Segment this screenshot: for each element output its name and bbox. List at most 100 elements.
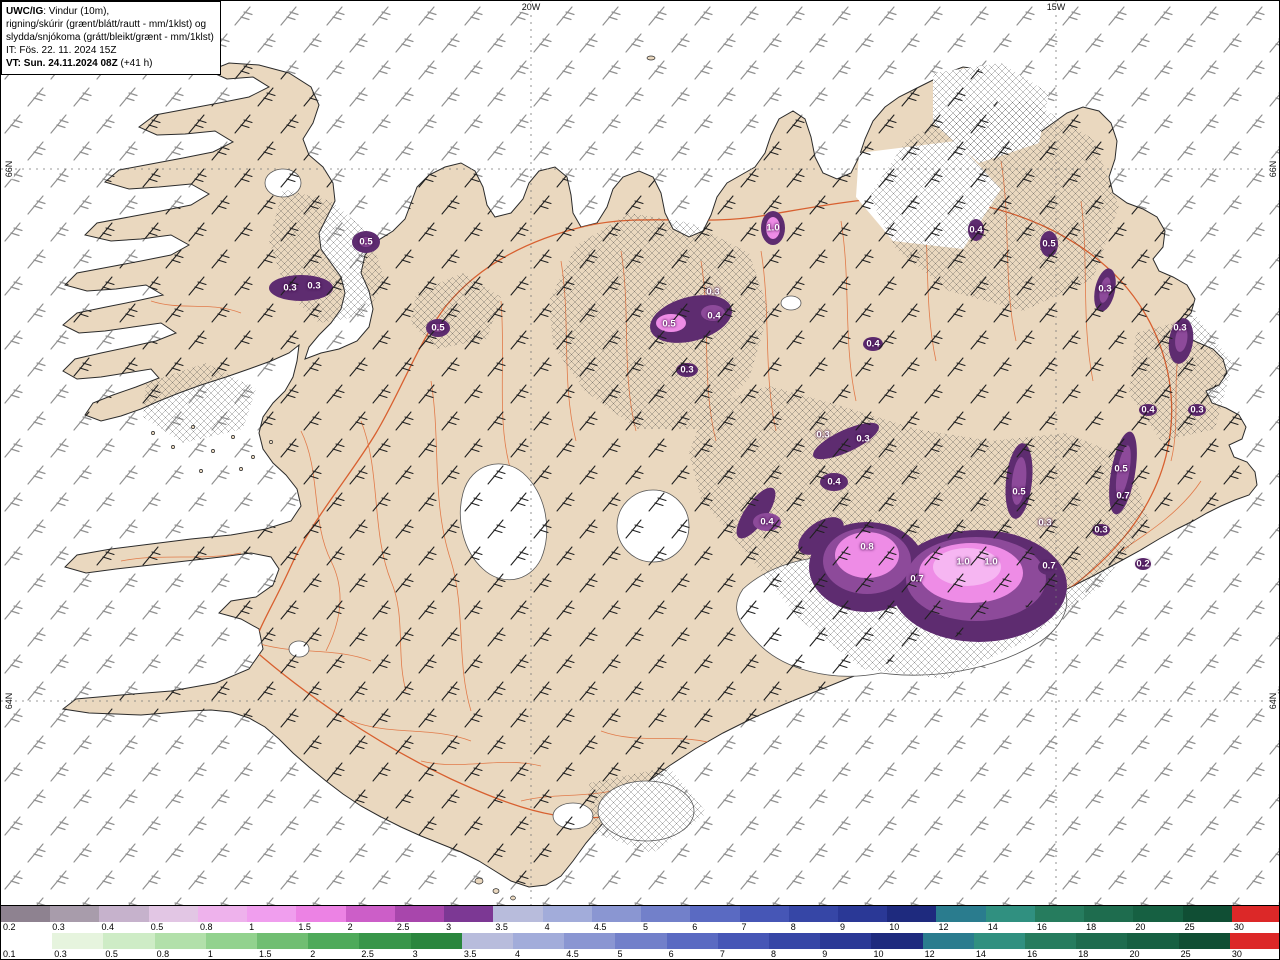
- scale-snow-tick-label: 12: [938, 922, 949, 932]
- scale-snow-segment: [542, 906, 592, 922]
- scale-rain-tick-label: 25: [1180, 949, 1191, 959]
- scale-rain-tick-label: 2: [310, 949, 316, 959]
- scale-rain-tick-label: 3: [412, 949, 418, 959]
- scale-rain-tick-label: 10: [873, 949, 884, 959]
- scale-snow-tick-label: 20: [1135, 922, 1146, 932]
- scale-snow-tick-label: 3: [446, 922, 452, 932]
- scale-rain-segment: [666, 933, 718, 949]
- scale-snow-tick-label: 3.5: [495, 922, 508, 932]
- scale-snow-segment: [1133, 906, 1183, 922]
- scale-rain-segment: [820, 933, 872, 949]
- scale-rain-segment: [410, 933, 462, 949]
- scale-rain-tick-label: 4: [515, 949, 521, 959]
- scale-snow-tick-label: 2: [347, 922, 353, 932]
- scale-snow-segment: [493, 906, 543, 922]
- scale-snow-segment: [690, 906, 740, 922]
- scale-rain-segment: [769, 933, 821, 949]
- scale-rain-tick-label: 7: [719, 949, 725, 959]
- scale-snow-tick-label: 4: [544, 922, 550, 932]
- scale-snow-segment: [591, 906, 642, 922]
- scale-snow-segment: [1084, 906, 1134, 922]
- scale-rain-segment: [615, 933, 667, 949]
- scale-snow-tick-label: 0.5: [150, 922, 164, 932]
- scale-rain-segment: [973, 933, 1026, 949]
- scale-snow-tick-label: 25: [1184, 922, 1195, 932]
- scale-rain-segment: [717, 933, 770, 949]
- scale-rain-segment: [103, 933, 155, 949]
- scale-snow-segment: [788, 906, 838, 922]
- rain-scale-bar: [1, 933, 1279, 949]
- scale-snow-segment: [394, 906, 445, 922]
- scale-snow-segment: [444, 906, 494, 922]
- scale-rain-segment: [513, 933, 565, 949]
- scale-rain-tick-label: 2.5: [361, 949, 374, 959]
- scale-rain-tick-label: 0.3: [54, 949, 67, 959]
- scale-rain-segment: [1229, 933, 1279, 949]
- scale-snow-segment: [985, 906, 1035, 922]
- scale-snow-tick-label: 0.8: [199, 922, 213, 932]
- scale-snow-tick-label: 14: [987, 922, 998, 932]
- scale-snow-tick-label: 4.5: [593, 922, 607, 932]
- scale-snow-tick-label: 10: [889, 922, 900, 932]
- valid-time: VT: Sun. 24.11.2024 08Z (+41 h): [6, 58, 153, 69]
- scale-rain-tick-label: 1.5: [259, 949, 272, 959]
- map-area: 0.5 0.3 0.3 0.5 1.0 0.3 0.5 0.4 0.3 0.4 0.4 0.5 0.3 0…: [1, 1, 1279, 907]
- scale-snow-segment: [1231, 906, 1279, 922]
- scale-rain-tick-label: 12: [924, 949, 935, 959]
- title-line-2: rigning/skúrir (grænt/blátt/rautt - mm/1…: [6, 19, 207, 30]
- scale-rain-segment: [1, 933, 53, 949]
- scale-snow-tick-label: 16: [1036, 922, 1047, 932]
- scale-rain-tick-label: 18: [1078, 949, 1089, 959]
- scale-snow-segment: [887, 906, 937, 922]
- scale-snow-segment: [50, 906, 100, 922]
- scale-snow-tick-label: 0.4: [101, 922, 114, 932]
- color-scales: 0.2 0.3 0.4 0.5 0.8 1 1.5 2 2.5 3 3.5 4 4.5 5 6 7 8 9 10 12…: [1, 905, 1279, 959]
- scale-rain-segment: [1025, 933, 1077, 949]
- scale-snow-tick-label: 30: [1233, 922, 1244, 932]
- scale-rain-tick-label: 16: [1027, 949, 1038, 959]
- scale-snow-tick-label: 2.5: [396, 922, 410, 932]
- scale-snow-segment: [739, 906, 789, 922]
- scale-rain-segment: [461, 933, 514, 949]
- scale-rain-segment: [205, 933, 258, 949]
- scale-snow-segment: [641, 906, 691, 922]
- scale-rain-segment: [564, 933, 616, 949]
- scale-rain-tick-label: 5: [617, 949, 623, 959]
- weather-chart-page: 0.5 0.3 0.3 0.5 1.0 0.3 0.5 0.4 0.3 0.4 0.4 0.5 0.3 0…: [0, 0, 1280, 960]
- title-line-3: slydda/snjókoma (grátt/bleikt/grænt - mm…: [6, 32, 214, 43]
- scale-snow-segment: [837, 906, 888, 922]
- scale-rain-segment: [1076, 933, 1128, 949]
- scale-rain-tick-label: 0.8: [156, 949, 170, 959]
- scale-rain-segment: [1127, 933, 1179, 949]
- snow-scale-tick-labels: 0.2 0.3 0.4 0.5 0.8 1 1.5 2 2.5 3 3.5 4 4.5 5 6 7 8 9 10 12…: [1, 922, 1279, 933]
- scale-snow-tick-label: 0.2: [3, 922, 16, 932]
- scale-snow-tick-label: 8: [790, 922, 796, 932]
- title-box: UWC/IG: Vindur (10m), rigning/skúrir (gr…: [1, 1, 221, 75]
- scale-snow-segment: [345, 906, 395, 922]
- scale-rain-segment: [257, 933, 309, 949]
- scale-snow-segment: [1034, 906, 1085, 922]
- init-time: IT: Fös. 22. 11. 2024 15Z: [6, 45, 117, 56]
- scale-rain-tick-label: 14: [975, 949, 986, 959]
- scale-snow-segment: [1182, 906, 1232, 922]
- scale-snow-segment: [936, 906, 986, 922]
- scale-rain-tick-label: 9: [822, 949, 828, 959]
- scale-rain-tick-label: 0.5: [105, 949, 118, 959]
- scale-rain-segment: [1178, 933, 1230, 949]
- scale-snow-segment: [296, 906, 346, 922]
- scale-snow-segment: [99, 906, 149, 922]
- scale-snow-tick-label: 1: [249, 922, 255, 932]
- scale-snow-segment: [197, 906, 248, 922]
- snow-scale-bar: [1, 906, 1279, 922]
- scale-rain-tick-label: 30: [1231, 949, 1242, 959]
- scale-snow-tick-label: 18: [1086, 922, 1097, 932]
- scale-rain-segment: [154, 933, 206, 949]
- scale-rain-tick-label: 3.5: [463, 949, 477, 959]
- scale-rain-tick-label: 20: [1129, 949, 1140, 959]
- scale-snow-segment: [148, 906, 198, 922]
- scale-rain-tick-label: 0.1: [3, 949, 16, 959]
- scale-rain-tick-label: 6: [668, 949, 674, 959]
- rain-scale-tick-labels: 0.1 0.3 0.5 0.8 1 1.5 2 2.5 3 3.5 4 4.5 5 6 7 8 9 10 12 14 1…: [1, 949, 1279, 959]
- scale-snow-tick-label: 6: [692, 922, 698, 932]
- scale-rain-segment: [922, 933, 974, 949]
